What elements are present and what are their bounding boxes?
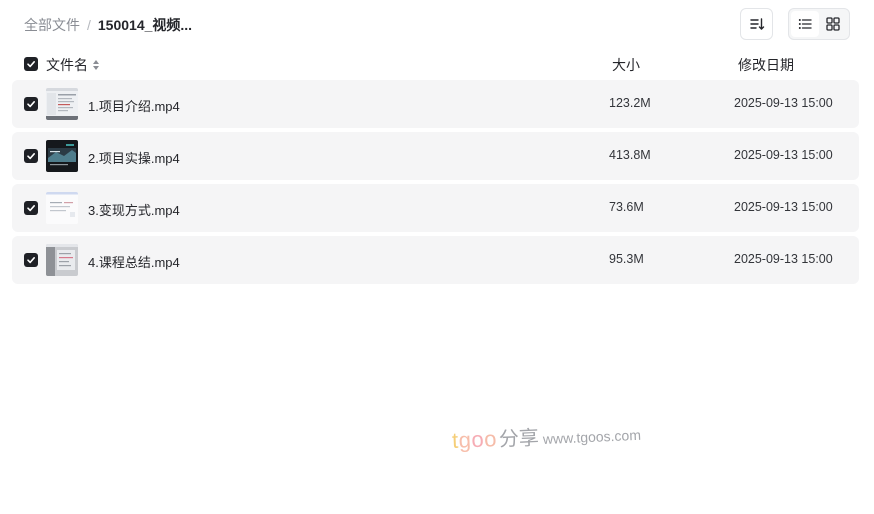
- check-icon: [27, 256, 35, 264]
- check-icon: [27, 60, 35, 68]
- watermark: tgoo 分享 www.tgoos.com: [451, 417, 641, 454]
- file-checkbox[interactable]: [24, 97, 38, 111]
- file-modified-date: 2025-09-13 15:00: [734, 96, 833, 110]
- file-checkbox[interactable]: [24, 201, 38, 215]
- sort-button[interactable]: [740, 8, 773, 40]
- file-name[interactable]: 4.课程总结.mp4: [88, 252, 180, 271]
- video-thumbnail: [46, 88, 78, 120]
- file-name[interactable]: 2.项目实操.mp4: [88, 148, 180, 167]
- file-list-header: 文件名 大小 修改日期: [0, 52, 874, 76]
- file-row[interactable]: 4.课程总结.mp4 95.3M 2025-09-13 15:00: [12, 236, 859, 284]
- file-size: 413.8M: [609, 148, 651, 162]
- column-header-name-label: 文件名: [46, 57, 88, 73]
- view-toggle: [788, 8, 850, 40]
- file-row[interactable]: 1.项目介绍.mp4 123.2M 2025-09-13 15:00: [12, 80, 859, 128]
- file-size: 95.3M: [609, 252, 644, 266]
- check-icon: [27, 152, 35, 160]
- video-thumbnail: [46, 140, 78, 172]
- column-header-name[interactable]: 文件名: [46, 55, 100, 75]
- sort-toggle-icon: [93, 60, 99, 70]
- list-view-button[interactable]: [791, 11, 819, 37]
- check-icon: [27, 204, 35, 212]
- breadcrumb-current-folder: 150014_视频...: [97, 17, 193, 33]
- grid-view-icon: [826, 17, 840, 31]
- watermark-url: www.tgoos.com: [542, 426, 642, 448]
- file-list: 1.项目介绍.mp4 123.2M 2025-09-13 15:00 2.项目实…: [12, 80, 859, 288]
- check-icon: [27, 100, 35, 108]
- file-modified-date: 2025-09-13 15:00: [734, 252, 833, 266]
- breadcrumb-separator: /: [87, 17, 91, 33]
- breadcrumb: 全部文件 / 150014_视频...: [24, 15, 192, 35]
- file-modified-date: 2025-09-13 15:00: [734, 148, 833, 162]
- video-thumbnail: [46, 244, 78, 276]
- file-size: 123.2M: [609, 96, 651, 110]
- file-size: 73.6M: [609, 200, 644, 214]
- file-modified-date: 2025-09-13 15:00: [734, 200, 833, 214]
- file-name[interactable]: 3.变现方式.mp4: [88, 200, 180, 219]
- file-row[interactable]: 3.变现方式.mp4 73.6M 2025-09-13 15:00: [12, 184, 859, 232]
- list-view-icon: [798, 19, 812, 29]
- sort-list-icon: [749, 18, 764, 30]
- file-checkbox[interactable]: [24, 149, 38, 163]
- file-row[interactable]: 2.项目实操.mp4 413.8M 2025-09-13 15:00: [12, 132, 859, 180]
- watermark-logo: tgoo: [451, 426, 498, 453]
- grid-view-button[interactable]: [819, 11, 847, 37]
- column-header-size[interactable]: 大小: [612, 55, 640, 75]
- video-thumbnail: [46, 192, 78, 224]
- top-bar: 全部文件 / 150014_视频...: [0, 0, 874, 48]
- file-checkbox[interactable]: [24, 253, 38, 267]
- breadcrumb-root-link[interactable]: 全部文件: [24, 15, 80, 35]
- watermark-text: 分享: [498, 427, 540, 451]
- file-name[interactable]: 1.项目介绍.mp4: [88, 96, 180, 115]
- select-all-checkbox[interactable]: [24, 57, 38, 71]
- column-header-date[interactable]: 修改日期: [738, 55, 794, 75]
